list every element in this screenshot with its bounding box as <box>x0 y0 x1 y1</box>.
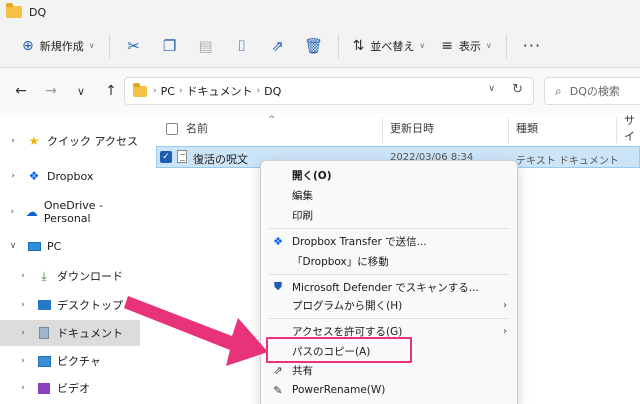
pointer-arrow-icon <box>124 296 268 366</box>
